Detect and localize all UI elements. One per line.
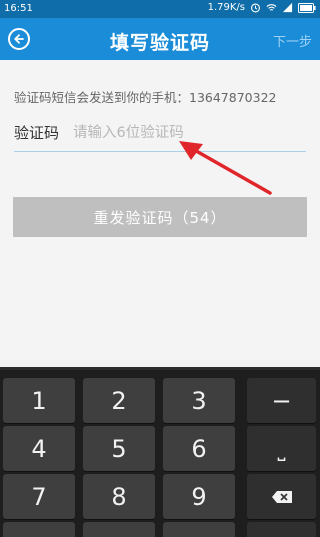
key-backspace[interactable] [247,474,316,519]
key-7[interactable]: 7 [3,474,75,519]
key-8[interactable]: 8 [83,474,155,519]
signal-icon [282,2,293,13]
backspace-icon [271,490,292,503]
verification-code-label: 验证码 [14,124,60,142]
wifi-icon [266,4,277,11]
status-time: 16:51 [4,3,33,14]
key-partial[interactable] [247,522,316,537]
screen: 16:51 1.79K/s 填写验证码 下一步 验证码短信会发送到你的手机：13… [0,0,320,537]
key-2[interactable]: 2 [83,378,155,423]
key-5[interactable]: 5 [83,426,155,471]
numeric-keyboard: 1 2 3 − 4 5 6 ⎵ 7 8 9 [0,367,320,537]
key-partial[interactable] [83,522,155,537]
annotation-arrow [179,141,272,195]
key-space[interactable]: ⎵ [247,426,316,471]
status-icons: 1.79K/s [208,2,316,13]
network-speed: 1.79K/s [207,2,245,13]
sms-sent-notice: 验证码短信会发送到你的手机：13647870322 [14,90,277,105]
key-1[interactable]: 1 [3,378,75,423]
key-minus[interactable]: − [247,378,316,423]
keyboard-top-edge [0,367,320,370]
title-bar: 填写验证码 下一步 [0,18,320,60]
key-6[interactable]: 6 [163,426,235,471]
key-partial[interactable] [163,522,235,537]
key-4[interactable]: 4 [3,426,75,471]
key-partial[interactable] [3,522,75,537]
alarm-icon [251,3,260,13]
status-bar: 16:51 1.79K/s [0,0,320,18]
key-9[interactable]: 9 [163,474,235,519]
next-step-button[interactable]: 下一步 [273,31,312,50]
resend-code-button[interactable]: 重发验证码（54） [13,197,307,237]
battery-icon [298,2,316,13]
key-3[interactable]: 3 [163,378,235,423]
